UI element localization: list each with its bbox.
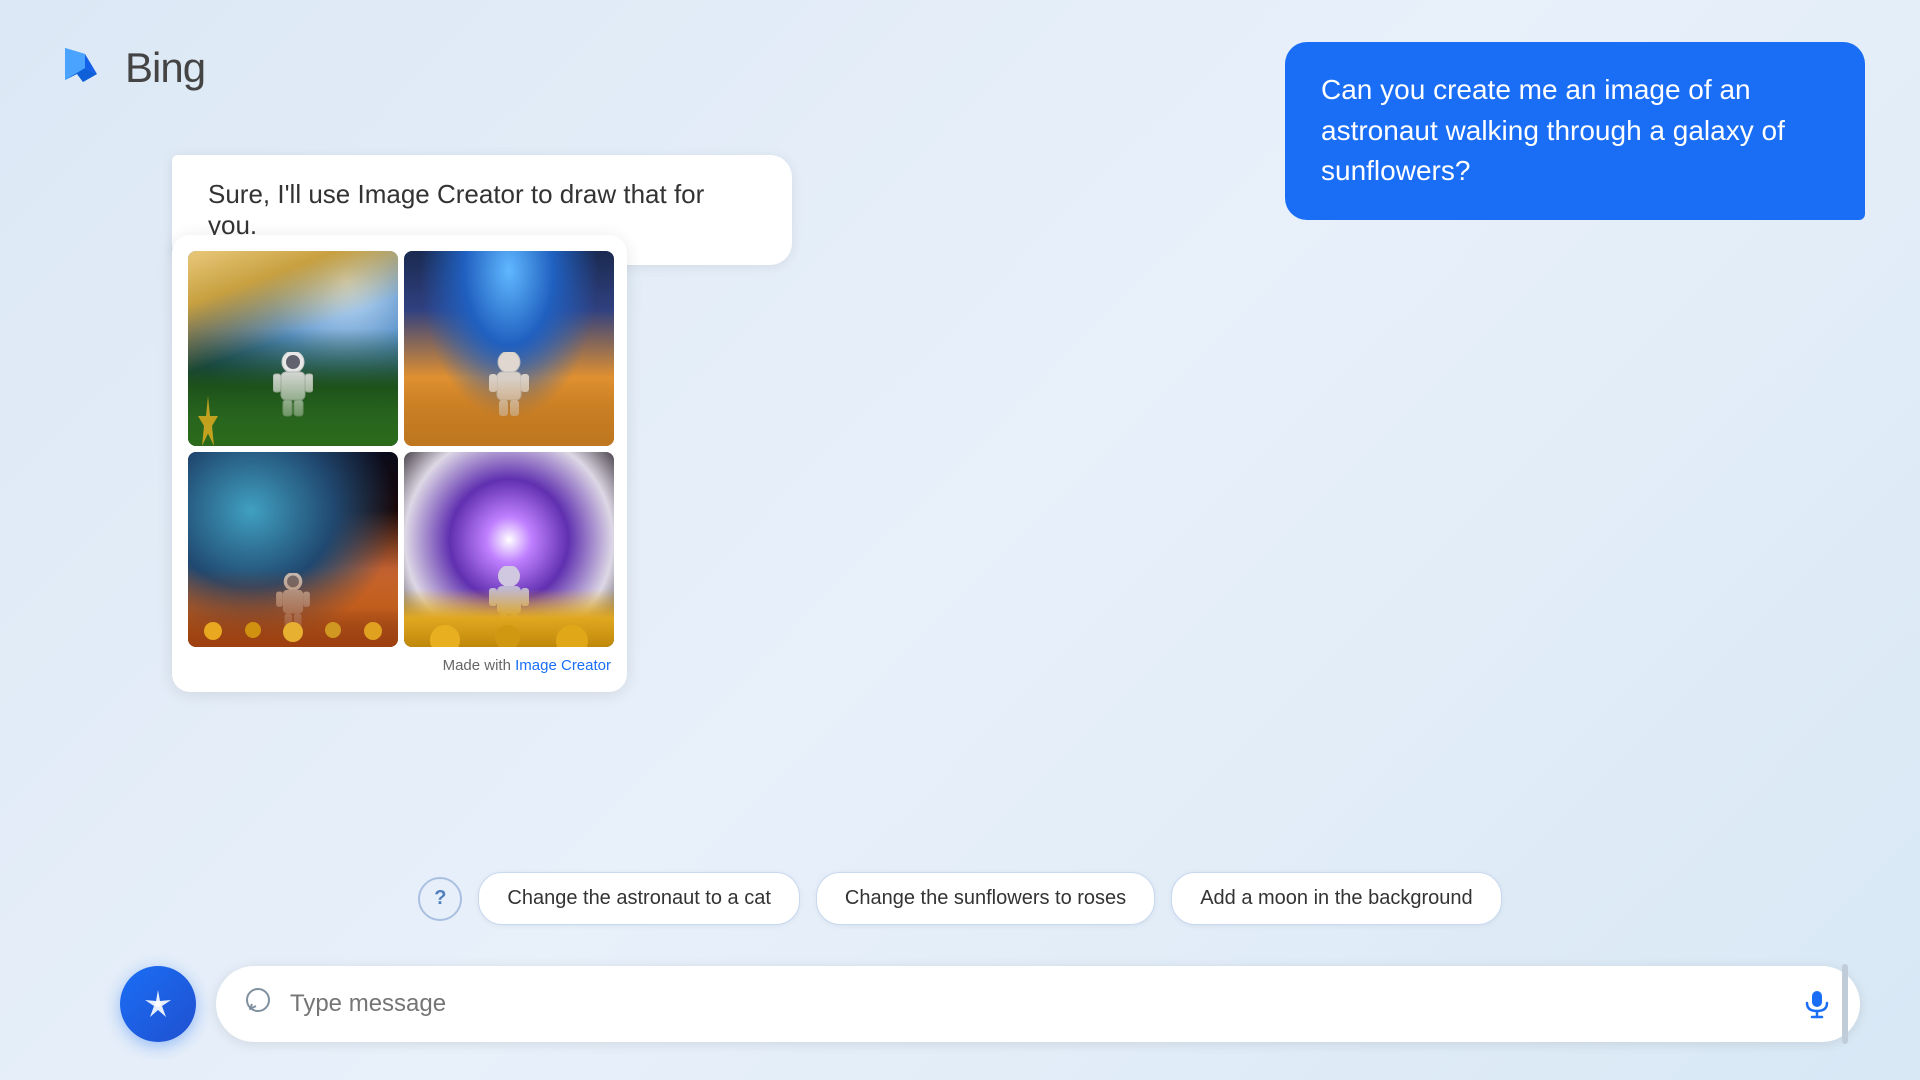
- image-grid-container: Made with Image Creator: [172, 235, 627, 692]
- mic-icon: [1802, 989, 1832, 1019]
- mic-button[interactable]: [1802, 989, 1832, 1019]
- made-with-label: Made with Image Creator: [188, 657, 611, 674]
- input-bar: [216, 966, 1860, 1042]
- spark-button[interactable]: [120, 966, 196, 1042]
- generated-image-2[interactable]: [404, 251, 614, 446]
- input-bar-container: [120, 966, 1860, 1042]
- message-input[interactable]: [290, 990, 1784, 1018]
- bing-logo-icon: [55, 40, 111, 96]
- suggestion-chip-3[interactable]: Add a moon in the background: [1171, 872, 1501, 925]
- image-grid: [188, 251, 611, 647]
- bing-logo-text: Bing: [125, 44, 205, 92]
- suggestions-row: ? Change the astronaut to a cat Change t…: [0, 872, 1920, 925]
- suggestion-chip-2[interactable]: Change the sunflowers to roses: [816, 872, 1155, 925]
- help-button[interactable]: ?: [418, 877, 462, 921]
- suggestion-chip-1[interactable]: Change the astronaut to a cat: [478, 872, 800, 925]
- bot-response-text: Sure, I'll use Image Creator to draw tha…: [208, 179, 704, 240]
- image-creator-link[interactable]: Image Creator: [515, 657, 611, 674]
- spark-icon: [140, 986, 176, 1022]
- user-message-bubble: Can you create me an image of an astrona…: [1285, 42, 1865, 220]
- header: Bing: [55, 40, 205, 96]
- chat-icon: [244, 987, 272, 1022]
- user-message-text: Can you create me an image of an astrona…: [1321, 74, 1785, 186]
- generated-image-1[interactable]: [188, 251, 398, 446]
- generated-image-4[interactable]: [404, 452, 614, 647]
- scroll-indicator: [1842, 964, 1848, 1044]
- generated-image-3[interactable]: [188, 452, 398, 647]
